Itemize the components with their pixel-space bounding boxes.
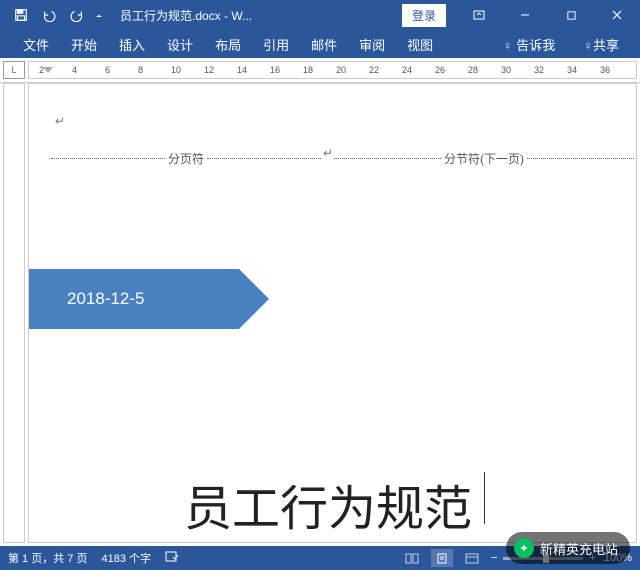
ruler-tick: 36 (600, 65, 610, 75)
tab-mailings[interactable]: 邮件 (302, 31, 346, 58)
ruler-tick: 14 (237, 65, 247, 75)
read-mode-button[interactable] (401, 549, 423, 567)
web-layout-button[interactable] (461, 549, 483, 567)
ruler-tick: 8 (138, 65, 143, 75)
window-title: 员工行为规范.docx - W... (106, 7, 402, 24)
ribbon-display-button[interactable] (456, 0, 502, 30)
ruler-tick: 24 (402, 65, 412, 75)
tab-tellme[interactable]: ♀ 告诉我 (494, 31, 564, 58)
quick-access-toolbar (0, 2, 106, 28)
ruler-tick: 28 (468, 65, 478, 75)
tab-file[interactable]: 文件 (14, 31, 58, 58)
undo-button[interactable] (36, 2, 62, 28)
print-layout-button[interactable] (431, 549, 453, 567)
qat-customize-dropdown[interactable] (92, 2, 106, 28)
ruler-tick: 16 (270, 65, 280, 75)
ruler-tick: 34 (567, 65, 577, 75)
ruler-tick: 22 (369, 65, 379, 75)
zoom-out-button[interactable]: − (491, 552, 497, 564)
ruler-tick: 32 (534, 65, 544, 75)
ruler-vertical[interactable] (3, 83, 25, 543)
ruler-horizontal-area: L 24681012141618202224262830323436 (0, 58, 640, 83)
tab-insert[interactable]: 插入 (110, 31, 154, 58)
page-count[interactable]: 第 1 页，共 7 页 (8, 550, 87, 566)
window-controls (456, 0, 640, 30)
document-page[interactable]: ↵ 分页符 ↵ 分节符(下一页) 2018-12-5 员工行为规范 (28, 83, 637, 543)
tab-design[interactable]: 设计 (158, 31, 202, 58)
date-text: 2018-12-5 (67, 289, 145, 309)
word-count[interactable]: 4183 个字 (101, 550, 151, 566)
ruler-tick: 6 (105, 65, 110, 75)
ruler-tick: 2 (39, 65, 44, 75)
wechat-attribution-overlay[interactable]: ✦ 新精英充电站 (506, 532, 630, 564)
page-break-indicator: 分页符 (51, 150, 321, 167)
login-button[interactable]: 登录 (402, 4, 446, 27)
ruler-tick: 18 (303, 65, 313, 75)
ruler-tick: 10 (171, 65, 181, 75)
tab-review[interactable]: 审阅 (350, 31, 394, 58)
section-break-indicator: 分节符(下一页) (334, 150, 634, 167)
share-button[interactable]: ♀共享 (574, 31, 628, 58)
first-line-indent-marker[interactable] (43, 62, 53, 79)
paragraph-mark-icon: ↵ (323, 146, 333, 160)
wechat-name: 新精英充电站 (540, 539, 618, 558)
minimize-button[interactable] (502, 0, 548, 30)
document-title[interactable]: 员工行为规范 (184, 469, 472, 539)
paragraph-mark-icon: ↵ (55, 114, 65, 128)
ruler-tick: 20 (336, 65, 346, 75)
tab-view[interactable]: 视图 (398, 31, 442, 58)
titlebar: 员工行为规范.docx - W... 登录 (0, 0, 640, 30)
tab-home[interactable]: 开始 (62, 31, 106, 58)
save-button[interactable] (8, 2, 34, 28)
ruler-tick: 4 (72, 65, 77, 75)
redo-button[interactable] (64, 2, 90, 28)
date-arrow-shape[interactable]: 2018-12-5 (29, 269, 239, 329)
ruler-tick: 26 (435, 65, 445, 75)
ruler-horizontal[interactable]: 24681012141618202224262830323436 (28, 61, 637, 79)
text-cursor (484, 472, 485, 524)
tab-selector[interactable]: L (3, 61, 25, 79)
content-area: ↵ 分页符 ↵ 分节符(下一页) 2018-12-5 员工行为规范 (0, 83, 640, 543)
tab-layout[interactable]: 布局 (206, 31, 250, 58)
wechat-icon: ✦ (514, 538, 534, 558)
tab-references[interactable]: 引用 (254, 31, 298, 58)
spellcheck-icon[interactable] (165, 551, 179, 566)
ribbon-tabs: 文件 开始 插入 设计 布局 引用 邮件 审阅 视图 ♀ 告诉我 ♀共享 (0, 30, 640, 58)
maximize-button[interactable] (548, 0, 594, 30)
close-button[interactable] (594, 0, 640, 30)
ruler-tick: 30 (501, 65, 511, 75)
ruler-tick: 12 (204, 65, 214, 75)
